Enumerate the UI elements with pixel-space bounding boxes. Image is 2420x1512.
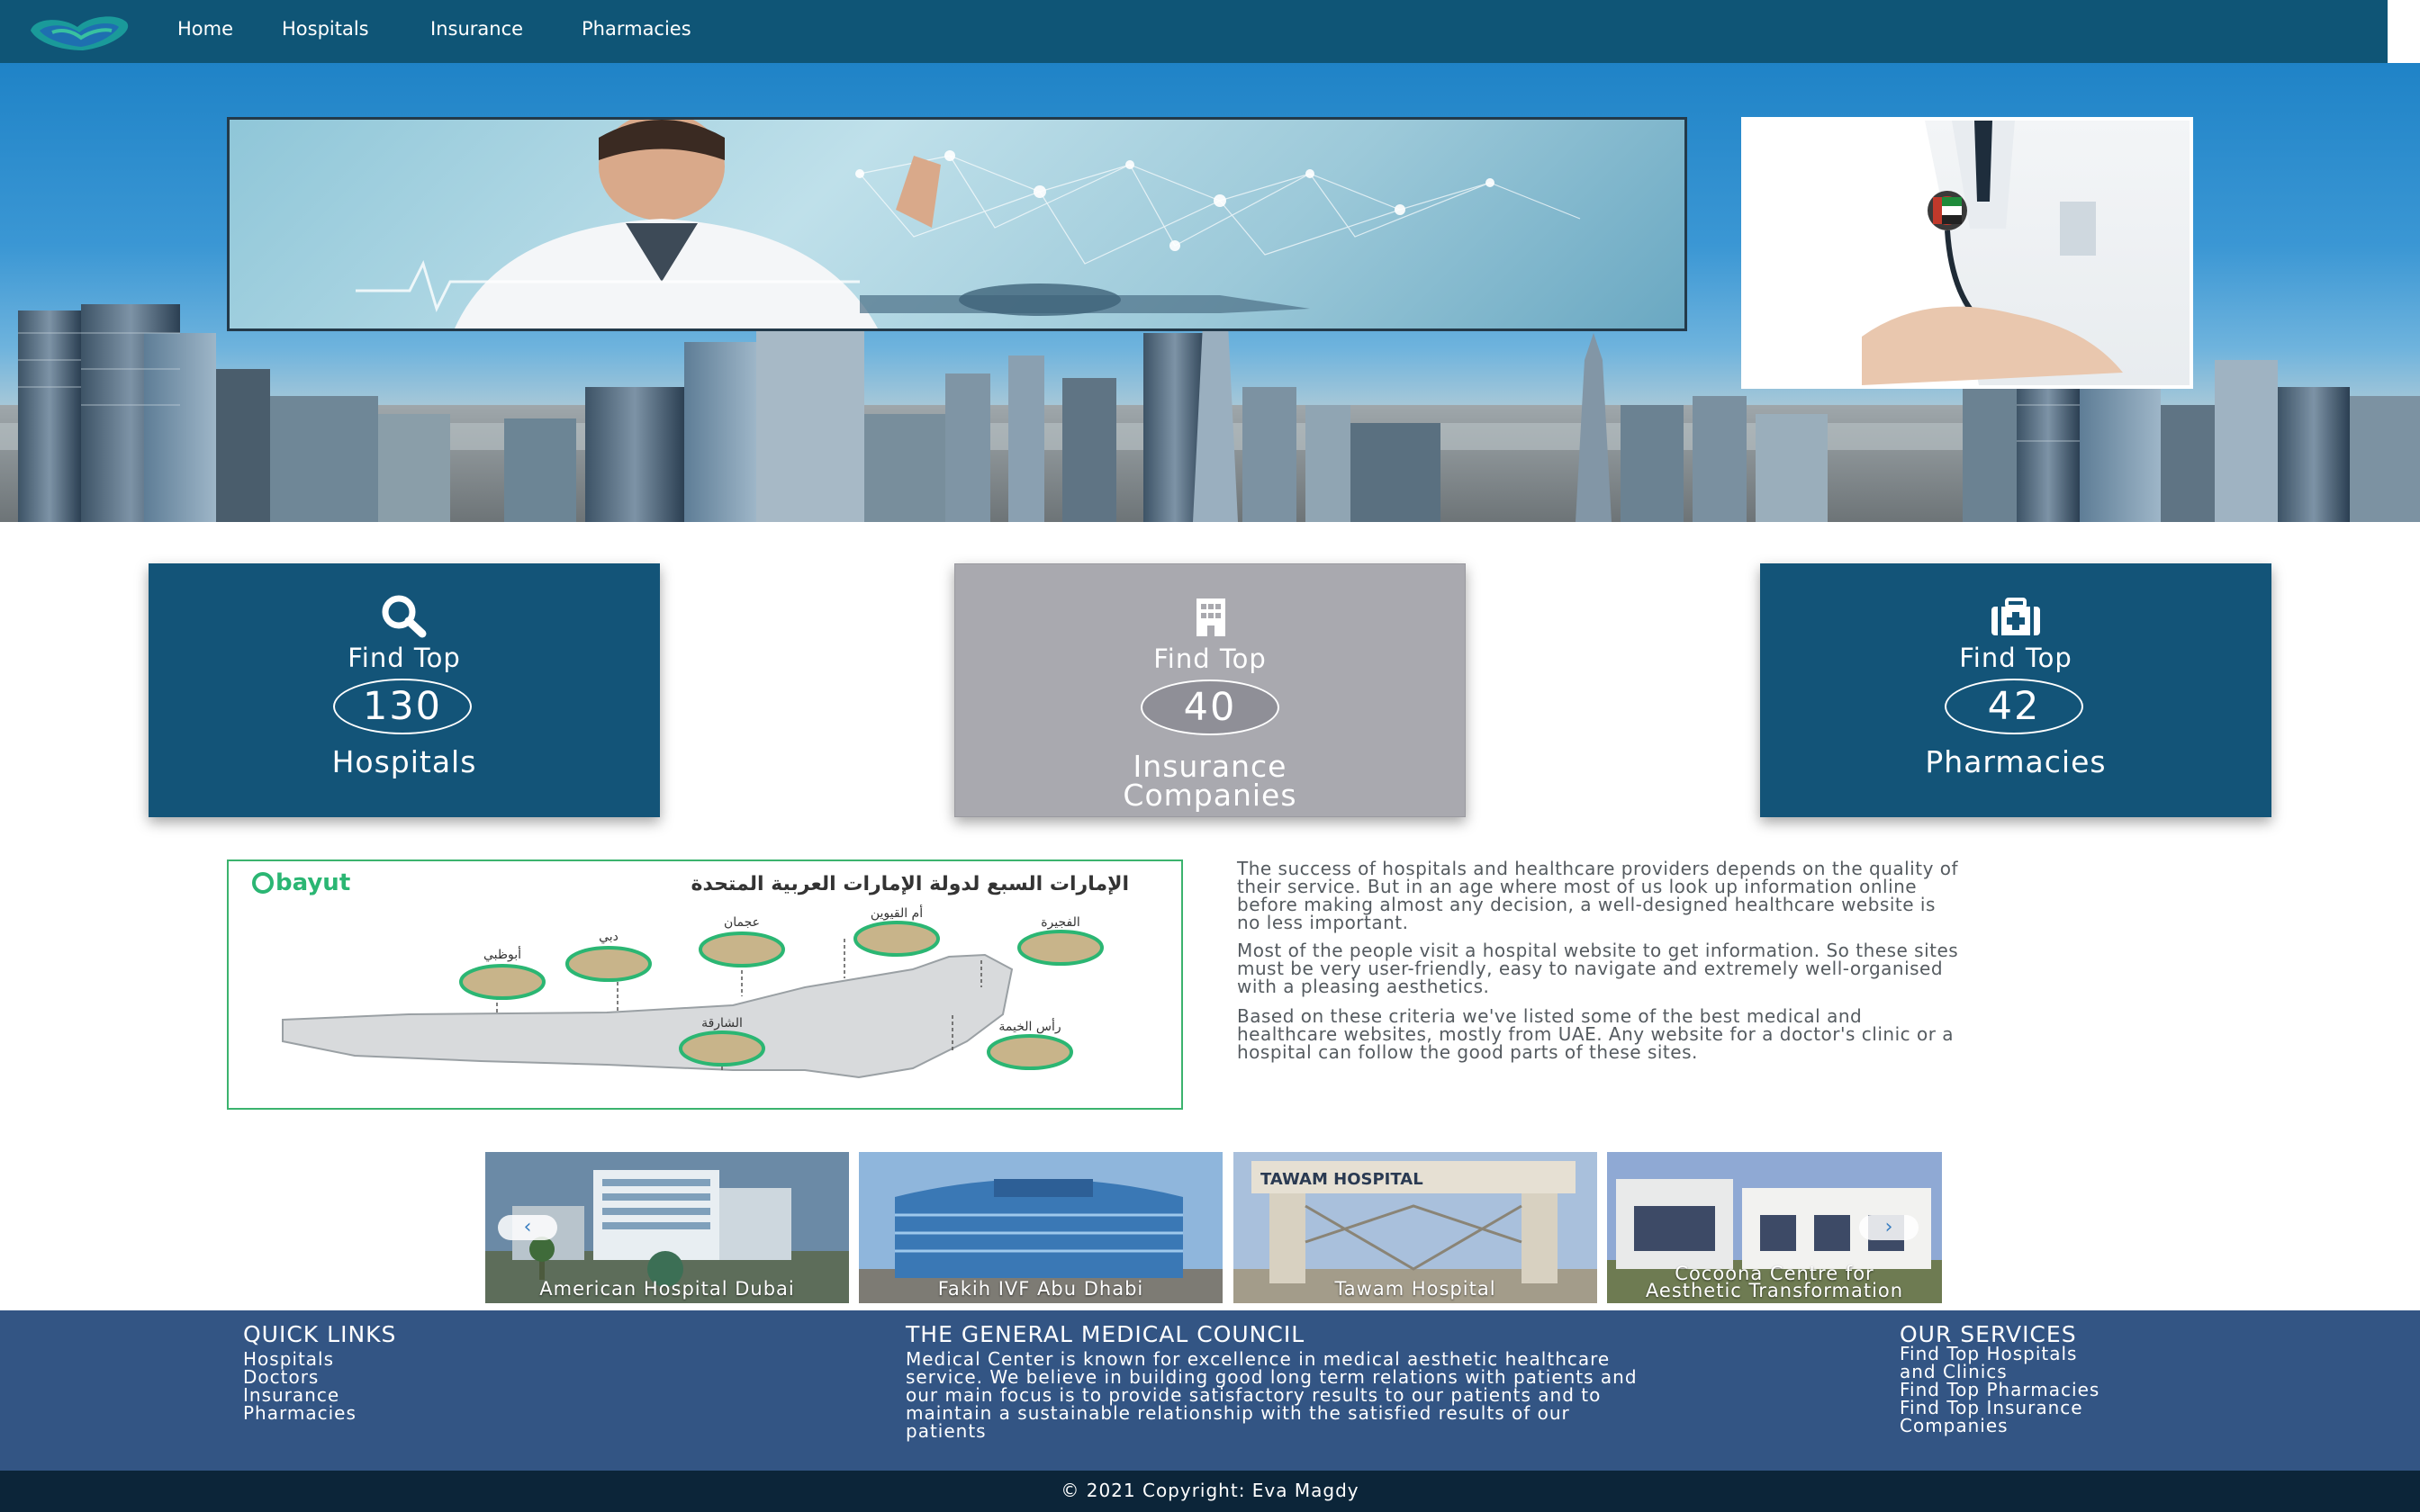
- intro-paragraph-2: Most of the people visit a hospital webs…: [1237, 941, 2200, 995]
- council-text-line: our main focus is to provide satisfactor…: [906, 1384, 1602, 1406]
- nav-home-link[interactable]: Home: [177, 18, 233, 40]
- doctor-stethoscope-banner: [1741, 117, 2193, 389]
- pharmacies-stat-card[interactable]: Find Top 42 Pharmacies: [1760, 563, 2271, 817]
- medical-kit-icon: [1991, 598, 2040, 635]
- paragraph-line: before making almost any decision, a wel…: [1237, 894, 1936, 915]
- doctor-network-image: [356, 120, 1581, 328]
- footer-link-doctors[interactable]: Doctors: [243, 1368, 319, 1386]
- footer-link-hospitals[interactable]: Hospitals: [243, 1350, 334, 1368]
- tawam-sign-text: TAWAM HOSPITAL: [1260, 1170, 1423, 1189]
- city-label-rasalkhaimah: رأس الخيمة: [998, 1018, 1061, 1034]
- paragraph-line: The success of hospitals and healthcare …: [1237, 858, 1959, 879]
- hospitals-count: 130: [333, 679, 472, 734]
- hospitals-stat-card[interactable]: Find Top 130 Hospitals: [149, 563, 660, 817]
- paragraph-line: must be very user-friendly, easy to navi…: [1237, 958, 1944, 979]
- hospitals-label: Hospitals: [331, 744, 477, 779]
- paragraph-line: their service. But in an age where most …: [1237, 876, 1918, 897]
- building-icon: [1196, 598, 1225, 636]
- council-text-line: service. We believe in building good lon…: [906, 1366, 1638, 1388]
- copyright-text: © 2021 Copyright: Eva Magdy: [1061, 1480, 1359, 1501]
- pharmacies-label: Pharmacies: [1925, 744, 2107, 779]
- paragraph-line: with a pleasing aesthetics.: [1237, 976, 1490, 997]
- bayut-logo: bayut: [252, 869, 350, 896]
- slide-caption: Tawam Hospital: [1334, 1278, 1496, 1300]
- city-label-abudhabi: أبوظبي: [483, 946, 521, 962]
- carousel-slide-american-hospital[interactable]: ‹ American Hospital Dubai: [485, 1152, 849, 1303]
- service-link-hospitals[interactable]: Find Top Hospitals: [1900, 1345, 2077, 1363]
- paragraph-line: Based on these criteria we've listed som…: [1237, 1005, 1863, 1027]
- slide-caption: American Hospital Dubai: [539, 1278, 795, 1300]
- council-text-line: Medical Center is known for excellence i…: [906, 1348, 1611, 1370]
- council-heading: THE GENERAL MEDICAL COUNCIL: [906, 1321, 1305, 1347]
- footer: QUICK LINKS Hospitals Doctors Insurance …: [0, 1310, 2420, 1471]
- navbar: Home Hospitals Insurance Pharmacies: [0, 0, 2388, 63]
- carousel-next-button[interactable]: ›: [1859, 1215, 1919, 1240]
- search-icon: [382, 595, 427, 638]
- hero-banner: [0, 63, 2420, 522]
- carousel-slide-fakih-ivf[interactable]: Fakih IVF Abu Dhabi: [859, 1152, 1223, 1303]
- service-link-hospitals-line2[interactable]: and Clinics: [1900, 1363, 2008, 1381]
- paragraph-line: hospital can follow the good parts of th…: [1237, 1041, 1698, 1063]
- nav-pharmacies-link[interactable]: Pharmacies: [582, 18, 691, 40]
- map-title: الإمارات السبع لدولة الإمارات العربية ال…: [691, 873, 1129, 896]
- city-label-fujairah: الفجيرة: [1041, 915, 1080, 930]
- council-text-line: patients: [906, 1420, 987, 1442]
- carousel-slide-cocoona-centre[interactable]: › Cocoona Centre for Aesthetic Transform…: [1607, 1152, 1942, 1303]
- uae-emirates-map: bayut الإمارات السبع لدولة الإمارات العر…: [227, 860, 1183, 1110]
- slide-caption: Fakih IVF Abu Dhabi: [937, 1278, 1144, 1300]
- council-text-line: maintain a sustainable relationship with…: [906, 1402, 1570, 1424]
- stethoscope-image: [1745, 121, 2123, 385]
- service-link-insurance[interactable]: Find Top Insurance: [1900, 1399, 2083, 1417]
- doctor-touchscreen-banner: [227, 117, 1687, 331]
- city-label-dubai: دبي: [599, 930, 619, 944]
- paragraph-line: no less important.: [1237, 912, 1409, 933]
- pharmacies-count: 42: [1945, 679, 2083, 734]
- heart-logo-icon[interactable]: [25, 11, 137, 52]
- insurance-count: 40: [1141, 680, 1279, 735]
- slide-caption-line: Aesthetic Transformation: [1645, 1280, 1904, 1301]
- quick-links-heading: QUICK LINKS: [243, 1321, 397, 1347]
- insurance-stat-card[interactable]: Find Top 40 Insurance Companies: [954, 563, 1466, 817]
- paragraph-line: Most of the people visit a hospital webs…: [1237, 940, 1959, 961]
- find-top-label: Find Top: [1153, 644, 1267, 674]
- city-label-ajman: عجمان: [724, 915, 760, 930]
- slide-caption: Cocoona Centre for Aesthetic Transformat…: [1607, 1264, 1942, 1301]
- intro-paragraph-3: Based on these criteria we've listed som…: [1237, 1007, 2200, 1061]
- intro-paragraph-1: The success of hospitals and healthcare …: [1237, 860, 2200, 932]
- bayut-brand-text: bayut: [275, 869, 350, 896]
- paragraph-line: healthcare websites, mostly from UAE. An…: [1237, 1023, 1955, 1045]
- footer-link-pharmacies[interactable]: Pharmacies: [243, 1404, 357, 1422]
- insurance-label-line2: Companies: [1123, 778, 1297, 813]
- city-label-sharjah: الشارقة: [701, 1016, 743, 1030]
- find-top-label: Find Top: [1959, 643, 2072, 673]
- city-label-ummalquwain: أم القيوين: [871, 904, 923, 921]
- nav-hospitals-link[interactable]: Hospitals: [282, 18, 369, 40]
- footer-link-insurance[interactable]: Insurance: [243, 1386, 339, 1404]
- service-link-insurance-line2[interactable]: Companies: [1900, 1417, 2009, 1435]
- copyright-bar: © 2021 Copyright: Eva Magdy: [0, 1471, 2420, 1512]
- service-link-pharmacies[interactable]: Find Top Pharmacies: [1900, 1381, 2099, 1399]
- find-top-label: Find Top: [348, 643, 461, 673]
- carousel-slide-tawam-hospital[interactable]: TAWAM HOSPITAL Tawam Hospital: [1233, 1152, 1597, 1303]
- carousel-prev-button[interactable]: ‹: [498, 1215, 557, 1240]
- nav-insurance-link[interactable]: Insurance: [430, 18, 523, 40]
- uae-map-image: bayut الإمارات السبع لدولة الإمارات العر…: [252, 869, 1129, 1079]
